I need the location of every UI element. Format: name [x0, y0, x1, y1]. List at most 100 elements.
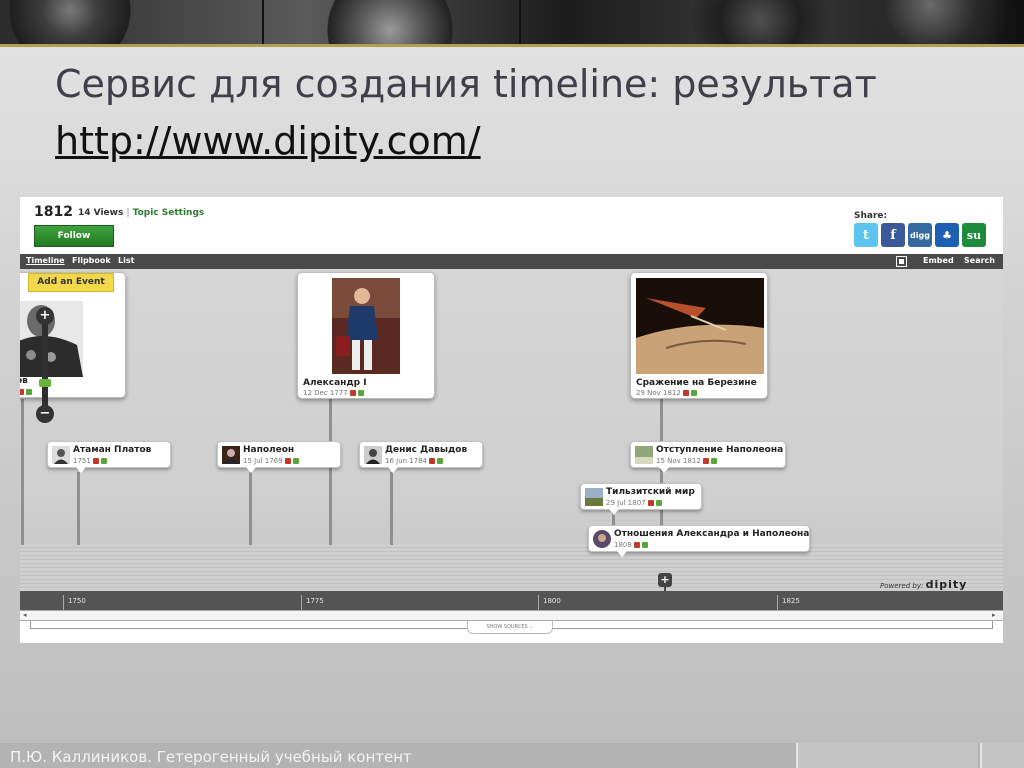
timeline-scrollbar[interactable]: ◂ ▸	[20, 610, 1003, 621]
event-thumbnail	[635, 446, 653, 464]
scroll-right-icon[interactable]: ▸	[992, 611, 996, 619]
timeline-stage[interactable]: ов Александр I 12 Dec 1777	[20, 269, 1003, 591]
event-item[interactable]: Отношения Александра и Наполеона 1808	[588, 525, 810, 557]
event-date: 1751	[73, 457, 91, 465]
axis-tick	[538, 595, 539, 610]
tab-flipbook[interactable]: Flipbook	[72, 256, 111, 265]
dipity-screenshot: 1812 14 Views | Topic Settings Follow Sh…	[20, 197, 1003, 643]
berezina-image	[636, 278, 764, 374]
event-stem	[77, 472, 80, 545]
event-stem	[21, 399, 24, 545]
stumbleupon-icon[interactable]: su	[962, 223, 986, 247]
thumbs-down-icon[interactable]	[284, 458, 291, 464]
footer-cell	[980, 743, 1024, 768]
thumbs-down-icon[interactable]	[429, 458, 436, 464]
footer-cell	[796, 743, 978, 768]
zoom-in-icon[interactable]: +	[36, 307, 54, 325]
thumbs-up-icon[interactable]	[641, 542, 648, 548]
zoom-out-icon[interactable]: −	[36, 405, 54, 423]
add-event-button[interactable]: Add an Event	[28, 273, 114, 292]
event-name: Тильзитский мир	[606, 487, 695, 497]
topic-header: 1812 14 Views | Topic Settings Follow Sh…	[20, 197, 1003, 254]
event-date-row: 12 Dec 1777	[303, 389, 364, 397]
powered-by: Powered by: dipity	[880, 578, 967, 591]
axis-label-1750: 1750	[68, 597, 86, 605]
axis-tick	[777, 595, 778, 610]
event-name: Отступление Наполеона	[656, 445, 784, 455]
thumbs-down-icon[interactable]	[682, 390, 689, 396]
year-axis[interactable]: 1750 1775 1800 1825	[20, 591, 1003, 610]
share-label: Share:	[854, 211, 888, 221]
event-date-row: 1751	[73, 457, 107, 465]
slide-footer: П.Ю. Каллиников. Гетерогенный учебный ко…	[0, 743, 1024, 768]
embed-button[interactable]: Embed	[923, 256, 954, 265]
tab-list[interactable]: List	[118, 256, 134, 265]
fullscreen-icon[interactable]	[896, 256, 907, 267]
zoom-slider-handle[interactable]	[39, 379, 51, 387]
digg-icon[interactable]: digg	[908, 223, 932, 247]
thumbs-up-icon[interactable]	[437, 458, 444, 464]
views-count: 14 Views	[78, 208, 124, 218]
thumbs-up-icon[interactable]	[655, 500, 662, 506]
footer-text: П.Ю. Каллиников. Гетерогенный учебный ко…	[10, 748, 412, 766]
scroll-left-icon[interactable]: ◂	[23, 611, 27, 619]
thumbs-up-icon[interactable]	[26, 389, 32, 395]
event-date: 29 Nov 1812	[636, 389, 681, 397]
timeline-add-marker-icon[interactable]: +	[658, 573, 672, 587]
event-card-berezina[interactable]: Сражение на Березине 29 Nov 1812	[630, 272, 768, 399]
event-name: Отношения Александра и Наполеона	[614, 529, 810, 539]
topic-settings-link[interactable]: Topic Settings	[133, 208, 205, 218]
header-accent-line	[0, 44, 1024, 47]
event-date: 15 Jul 1769	[243, 457, 283, 465]
event-votes	[20, 388, 32, 396]
event-item[interactable]: Атаман Платов 1751	[47, 441, 171, 473]
thumbs-down-icon[interactable]	[633, 542, 640, 548]
thumbs-down-icon[interactable]	[349, 390, 356, 396]
thumbs-up-icon[interactable]	[100, 458, 107, 464]
show-sources-button[interactable]: SHOW SOURCES ⌄	[467, 621, 553, 634]
facebook-icon[interactable]: f	[881, 223, 905, 247]
thumbs-up-icon[interactable]	[710, 458, 717, 464]
decorative-header	[0, 0, 1024, 44]
event-name: Атаман Платов	[73, 445, 152, 455]
event-name: Денис Давыдов	[385, 445, 468, 455]
event-caption: Сражение на Березине	[636, 378, 757, 388]
event-item[interactable]: Денис Давыдов 16 Jun 1784	[359, 441, 483, 473]
event-date: 15 Nov 1812	[656, 457, 701, 465]
twitter-icon[interactable]: t	[854, 223, 878, 247]
header-divider	[262, 0, 264, 44]
event-thumbnail	[222, 446, 240, 464]
event-name: Наполеон	[243, 445, 295, 455]
thumbs-down-icon[interactable]	[702, 458, 709, 464]
zoom-track[interactable]	[42, 315, 48, 415]
event-caption: ов	[20, 376, 28, 386]
thumbs-up-icon[interactable]	[357, 390, 364, 396]
dipity-link[interactable]: http://www.dipity.com/	[55, 117, 481, 165]
share-icons: t f digg ♣ su	[854, 223, 986, 247]
event-item[interactable]: Наполеон 15 Jul 1769	[217, 441, 341, 473]
search-button[interactable]: Search	[964, 256, 995, 265]
zoom-control: + −	[36, 307, 54, 425]
myspace-icon[interactable]: ♣	[935, 223, 959, 247]
view-tabbar: Timeline Flipbook List Embed Search	[20, 254, 1003, 269]
event-date: 1808	[614, 541, 632, 549]
event-date: 29 Jul 1807	[606, 499, 646, 507]
thumbs-down-icon[interactable]	[647, 500, 654, 506]
axis-label-1825: 1825	[782, 597, 800, 605]
event-thumbnail	[593, 530, 611, 548]
thumbs-up-icon[interactable]	[292, 458, 299, 464]
event-item[interactable]: Отступление Наполеона 15 Nov 1812	[630, 441, 786, 473]
slide-title: Сервис для создания timeline: результат	[55, 62, 877, 106]
event-stem	[329, 399, 332, 545]
powered-by-label: Powered by:	[880, 582, 924, 590]
thumbs-up-icon[interactable]	[690, 390, 697, 396]
event-item[interactable]: Тильзитский мир 29 Jul 1807	[580, 483, 702, 515]
thumbs-down-icon[interactable]	[92, 458, 99, 464]
tab-timeline[interactable]: Timeline	[26, 256, 65, 265]
event-date: 16 Jun 1784	[385, 457, 428, 465]
event-card-alexander[interactable]: Александр I 12 Dec 1777	[297, 272, 435, 399]
follow-button[interactable]: Follow	[34, 225, 114, 247]
thumbs-down-icon[interactable]	[20, 389, 24, 395]
axis-tick	[63, 595, 64, 610]
event-date-row: 29 Nov 1812	[636, 389, 697, 397]
